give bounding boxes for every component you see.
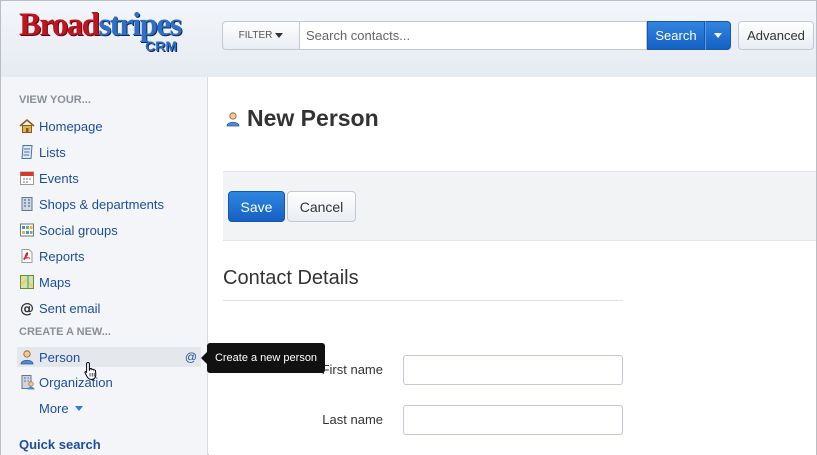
brand-logo-sub: CRM — [145, 38, 177, 54]
sidebar-item-label: Shops & departments — [39, 196, 165, 212]
page-title: New Person — [225, 105, 379, 132]
building-icon — [21, 197, 33, 211]
sidebar-heading-create: CREATE A NEW... — [19, 326, 111, 338]
quick-search-heading[interactable]: Quick search — [19, 437, 101, 452]
sidebar-item-social-groups[interactable]: Social groups — [19, 220, 118, 240]
pdf-icon — [21, 249, 33, 263]
last-name-label: Last name — [322, 412, 383, 427]
sidebar-item-label: Homepage — [39, 118, 103, 134]
save-button[interactable]: Save — [228, 191, 285, 222]
sidebar-item-shops-departments[interactable]: Shops & departments — [19, 194, 164, 214]
tooltip-create-person: Create a new person — [201, 343, 325, 373]
sidebar-item-label: Social groups — [39, 222, 118, 238]
last-name-field[interactable] — [403, 405, 623, 435]
sidebar-item-sent-email[interactable]: @ Sent email — [19, 298, 100, 318]
first-name-field[interactable] — [403, 355, 623, 385]
list-icon — [21, 145, 33, 159]
sidebar-heading-view: VIEW YOUR... — [19, 94, 91, 106]
sidebar-item-events[interactable]: Events — [19, 168, 79, 188]
person-icon — [226, 111, 240, 126]
sidebar-more-button[interactable]: More — [39, 398, 83, 418]
brand-logo[interactable]: Broadstripes CRM — [19, 7, 182, 63]
sidebar-item-label: Events — [39, 170, 79, 186]
organization-icon — [21, 375, 35, 390]
advanced-search-button[interactable]: Advanced — [738, 21, 814, 50]
sidebar: VIEW YOUR... Homepage Lists Events Shops… — [1, 77, 208, 455]
search-button[interactable]: Search — [647, 21, 705, 50]
search-input[interactable] — [299, 21, 647, 50]
svg-text:@: @ — [20, 301, 34, 316]
sidebar-item-label: Organization — [39, 374, 113, 390]
search-options-dropdown[interactable] — [705, 21, 731, 50]
grid-icon — [20, 223, 34, 237]
at-icon: @ — [20, 301, 34, 316]
sidebar-item-label: Maps — [39, 274, 71, 290]
sidebar-item-homepage[interactable]: Homepage — [19, 116, 103, 136]
person-icon — [20, 350, 34, 365]
main-content: New Person Save Cancel Contact Details F… — [209, 77, 816, 455]
chevron-down-icon — [714, 33, 722, 38]
filter-dropdown[interactable]: FILTER — [222, 21, 299, 50]
chevron-down-icon — [275, 33, 284, 38]
sidebar-item-reports[interactable]: Reports — [19, 246, 85, 266]
hand-cursor-icon — [84, 361, 97, 381]
sidebar-item-label: Lists — [39, 144, 66, 160]
sidebar-more-label: More — [39, 400, 69, 416]
cancel-button[interactable]: Cancel — [287, 191, 356, 222]
sidebar-item-lists[interactable]: Lists — [19, 142, 66, 162]
app-header: Broadstripes CRM FILTER Search Advanced — [1, 1, 816, 77]
page-title-text: New Person — [247, 105, 379, 131]
map-icon — [20, 275, 34, 289]
sidebar-item-label: Person — [39, 349, 81, 365]
filter-label: FILTER — [238, 30, 273, 41]
sidebar-item-person[interactable]: Person @ — [17, 347, 201, 367]
calendar-icon — [20, 171, 34, 185]
person-email-link[interactable]: @ — [185, 350, 197, 364]
sidebar-item-label: Sent email — [39, 300, 101, 316]
sidebar-item-label: Reports — [39, 248, 85, 264]
form-toolbar: Save Cancel — [223, 171, 816, 241]
search-bar: FILTER Search — [222, 21, 731, 50]
chevron-down-icon — [74, 405, 83, 411]
section-title-contact-details: Contact Details — [223, 267, 623, 301]
sidebar-item-maps[interactable]: Maps — [19, 272, 71, 292]
house-icon — [19, 118, 35, 133]
